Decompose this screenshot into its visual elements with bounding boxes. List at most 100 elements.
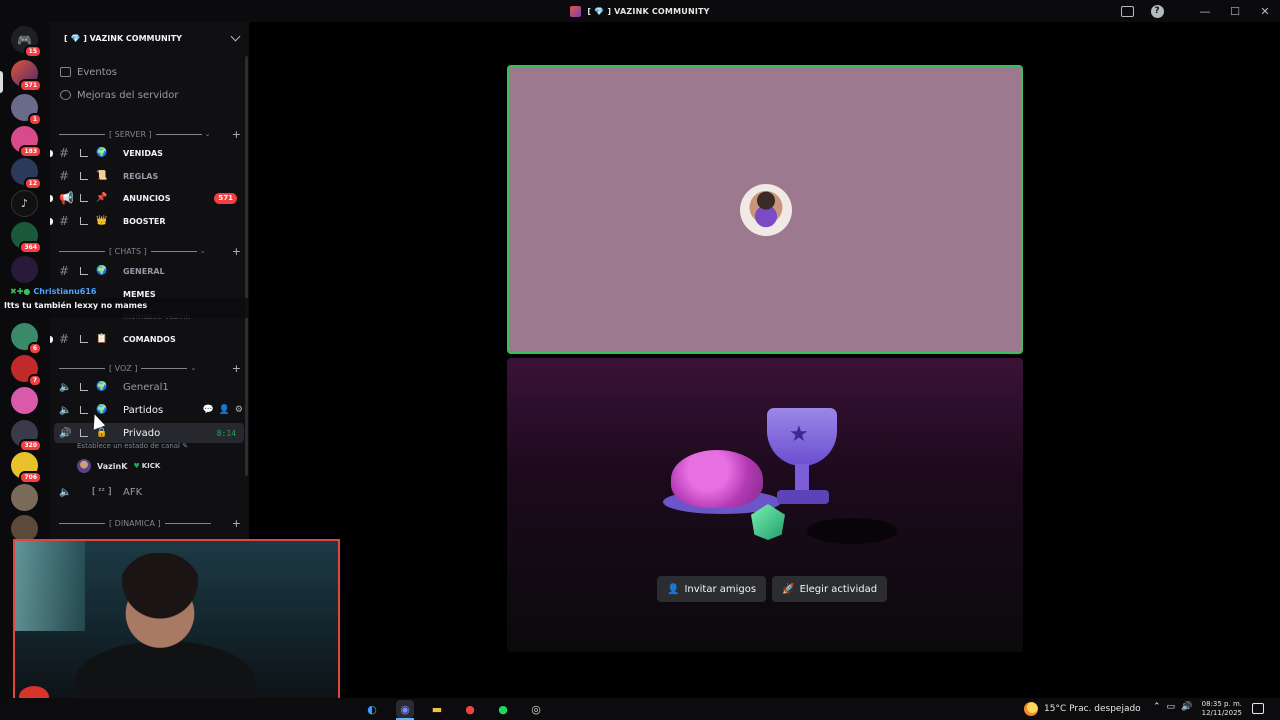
add-channel-icon[interactable]: + bbox=[232, 362, 241, 375]
globe-emoji-icon: 🌍 bbox=[96, 382, 108, 392]
home-button[interactable]: 🎮 15 bbox=[11, 26, 42, 58]
category-chats[interactable]: [ CHATS ] ⌄ + bbox=[59, 244, 245, 258]
spotify-icon[interactable]: ● bbox=[494, 700, 512, 718]
weather-widget[interactable]: 15°C Prac. despejado bbox=[1024, 702, 1141, 716]
help-button[interactable]: ? bbox=[1142, 0, 1172, 22]
choose-activity-button[interactable]: 🚀 Elegir actividad bbox=[772, 576, 888, 602]
add-channel-icon[interactable]: + bbox=[232, 245, 241, 258]
server-person[interactable] bbox=[11, 515, 38, 542]
server-cat[interactable] bbox=[11, 484, 38, 511]
channel-status-hint[interactable]: Establece un estado de canal ✎ bbox=[77, 442, 188, 450]
voice-user-name: VazinK bbox=[97, 461, 128, 471]
channel-label: REGLAS bbox=[123, 171, 159, 181]
gear-icon[interactable]: ⚙ bbox=[235, 405, 243, 415]
speaker-active-icon: 🔊 bbox=[59, 427, 72, 439]
channel-booster[interactable]: # 👑 BOOSTER bbox=[50, 211, 249, 231]
server-badge: 183 bbox=[19, 145, 42, 158]
server-green[interactable]: 364 bbox=[11, 222, 42, 254]
inbox-button[interactable] bbox=[1112, 0, 1142, 22]
maximize-button[interactable]: ☐ bbox=[1220, 0, 1250, 22]
discord-window: [ 💎 ] VAZINK COMMUNITY ? — ☐ ✕ 🎮 15 571 … bbox=[0, 0, 1280, 720]
server-pink[interactable]: 183 bbox=[11, 126, 42, 158]
server-desk[interactable]: 320 bbox=[11, 420, 42, 452]
server-red[interactable]: 7 bbox=[11, 355, 42, 387]
channel-label: Privado bbox=[123, 427, 161, 439]
server-art[interactable]: 6 bbox=[11, 323, 42, 355]
server-magenta[interactable] bbox=[11, 387, 38, 414]
events-link[interactable]: Eventos bbox=[60, 62, 117, 82]
streamer-head bbox=[115, 553, 205, 663]
channel-label: BOOSTER bbox=[123, 216, 166, 226]
folder-icon[interactable]: ▬ bbox=[428, 700, 446, 718]
category-label: [ VOZ ] bbox=[109, 363, 138, 373]
boosts-link[interactable]: Mejoras del servidor bbox=[60, 85, 179, 105]
participant-tile[interactable] bbox=[507, 65, 1023, 354]
category-server[interactable]: [ SERVER ] ⌄ + bbox=[59, 127, 245, 141]
channel-general[interactable]: # 🌍 GENERAL bbox=[50, 261, 249, 281]
thread-branch-icon bbox=[80, 172, 88, 180]
hash-icon: # bbox=[59, 332, 70, 346]
window-controls: ? — ☐ ✕ bbox=[1112, 0, 1280, 22]
speaker-icon: 🔈 bbox=[59, 486, 72, 498]
invite-label: Invitar amigos bbox=[684, 583, 757, 595]
close-button[interactable]: ✕ bbox=[1250, 0, 1280, 22]
invite-friends-button[interactable]: 👤 Invitar amigos bbox=[657, 576, 767, 602]
invite-icon[interactable]: 👤 bbox=[219, 405, 230, 415]
voice-user[interactable]: VazinK ♥ KICK bbox=[77, 458, 160, 474]
clock[interactable]: 08:35 p. m. 12/11/2025 bbox=[1200, 700, 1242, 718]
mention-badge: 571 bbox=[214, 192, 237, 204]
add-channel-icon[interactable]: + bbox=[232, 128, 241, 141]
unread-indicator bbox=[50, 149, 53, 157]
server-folder[interactable] bbox=[11, 256, 38, 283]
chevron-down-icon: ⌄ bbox=[204, 130, 211, 138]
channel-anuncios[interactable]: 📢 📌 ANUNCIOS 571 bbox=[50, 188, 249, 208]
channel-venidas[interactable]: # 🌍 VENIDAS bbox=[50, 143, 249, 163]
server-squad[interactable]: 1 bbox=[11, 94, 42, 126]
obs-icon[interactable]: ◎ bbox=[527, 700, 545, 718]
channel-comandos[interactable]: # 📋 COMANDOS bbox=[50, 329, 249, 349]
server-yellow[interactable]: 706 bbox=[11, 452, 42, 484]
add-user-icon: 👤 bbox=[667, 583, 680, 595]
voice-channel-general1[interactable]: 🔈 🌍 General1 bbox=[50, 377, 249, 397]
thread-branch-icon bbox=[80, 335, 88, 343]
voice-channel-afk[interactable]: 🔈 [ ᶻᶻ ] AFK bbox=[50, 482, 249, 502]
heart-icon: ♥ bbox=[133, 462, 140, 470]
window-light bbox=[15, 541, 85, 631]
chat-icon[interactable]: 💬 bbox=[202, 405, 213, 415]
inbox-icon bbox=[1120, 5, 1134, 17]
server-header[interactable]: [ 💎 ] VAZINK COMMUNITY bbox=[50, 22, 249, 54]
chat-overlay-author: ✖✚● Christianu616 bbox=[10, 287, 96, 296]
channel-reglas[interactable]: # 📜 REGLAS bbox=[50, 166, 249, 186]
clock-date: 12/11/2025 bbox=[1201, 709, 1242, 717]
server-hearts[interactable]: 12 bbox=[11, 158, 42, 190]
pin-emoji-icon: 📌 bbox=[96, 193, 108, 203]
voice-channel-privado[interactable]: 🔊 🔒 Privado 8:14 bbox=[54, 423, 244, 443]
server-vazink[interactable]: 571 bbox=[11, 60, 42, 92]
category-voz[interactable]: [ VOZ ] ⌄ + bbox=[59, 361, 245, 375]
chrome-icon[interactable]: ● bbox=[461, 700, 479, 718]
edge-icon[interactable]: ◐ bbox=[363, 700, 381, 718]
network-icon[interactable]: ▭ bbox=[1167, 702, 1176, 712]
add-channel-icon[interactable]: + bbox=[232, 517, 241, 530]
category-dinamica[interactable]: [ DINAMICA ] + bbox=[59, 516, 245, 530]
hash-icon: # bbox=[59, 264, 70, 278]
turtle-shell-illustration bbox=[671, 450, 763, 508]
server-tiktok[interactable]: ♪ bbox=[11, 190, 38, 217]
server-badge: 6 bbox=[27, 342, 42, 355]
minimize-button[interactable]: — bbox=[1190, 0, 1220, 22]
thread-branch-icon bbox=[80, 406, 88, 414]
chevron-up-icon[interactable]: ⌃ bbox=[1153, 702, 1161, 712]
system-tray: ⌃ ▭ 🔊 bbox=[1153, 702, 1192, 712]
discord-taskbar-icon[interactable]: ◉ bbox=[396, 700, 414, 718]
notification-center-icon[interactable] bbox=[1252, 703, 1264, 714]
chevron-down-icon: ⌄ bbox=[199, 247, 206, 255]
volume-icon[interactable]: 🔊 bbox=[1181, 702, 1192, 712]
tiktok-icon: ♪ bbox=[20, 197, 29, 210]
thread-branch-icon bbox=[80, 217, 88, 225]
chat-message: Itts tu también lexxy no mames bbox=[4, 301, 148, 310]
sidebar-scrollbar[interactable] bbox=[245, 56, 248, 476]
maximize-icon: ☐ bbox=[1230, 4, 1240, 18]
activity-buttons: 👤 Invitar amigos 🚀 Elegir actividad bbox=[657, 576, 888, 602]
window-title-text: [ 💎 ] VAZINK COMMUNITY bbox=[587, 6, 710, 16]
voice-channel-partidos[interactable]: 🔈 🌍 Partidos 💬 👤 ⚙ bbox=[50, 400, 249, 420]
